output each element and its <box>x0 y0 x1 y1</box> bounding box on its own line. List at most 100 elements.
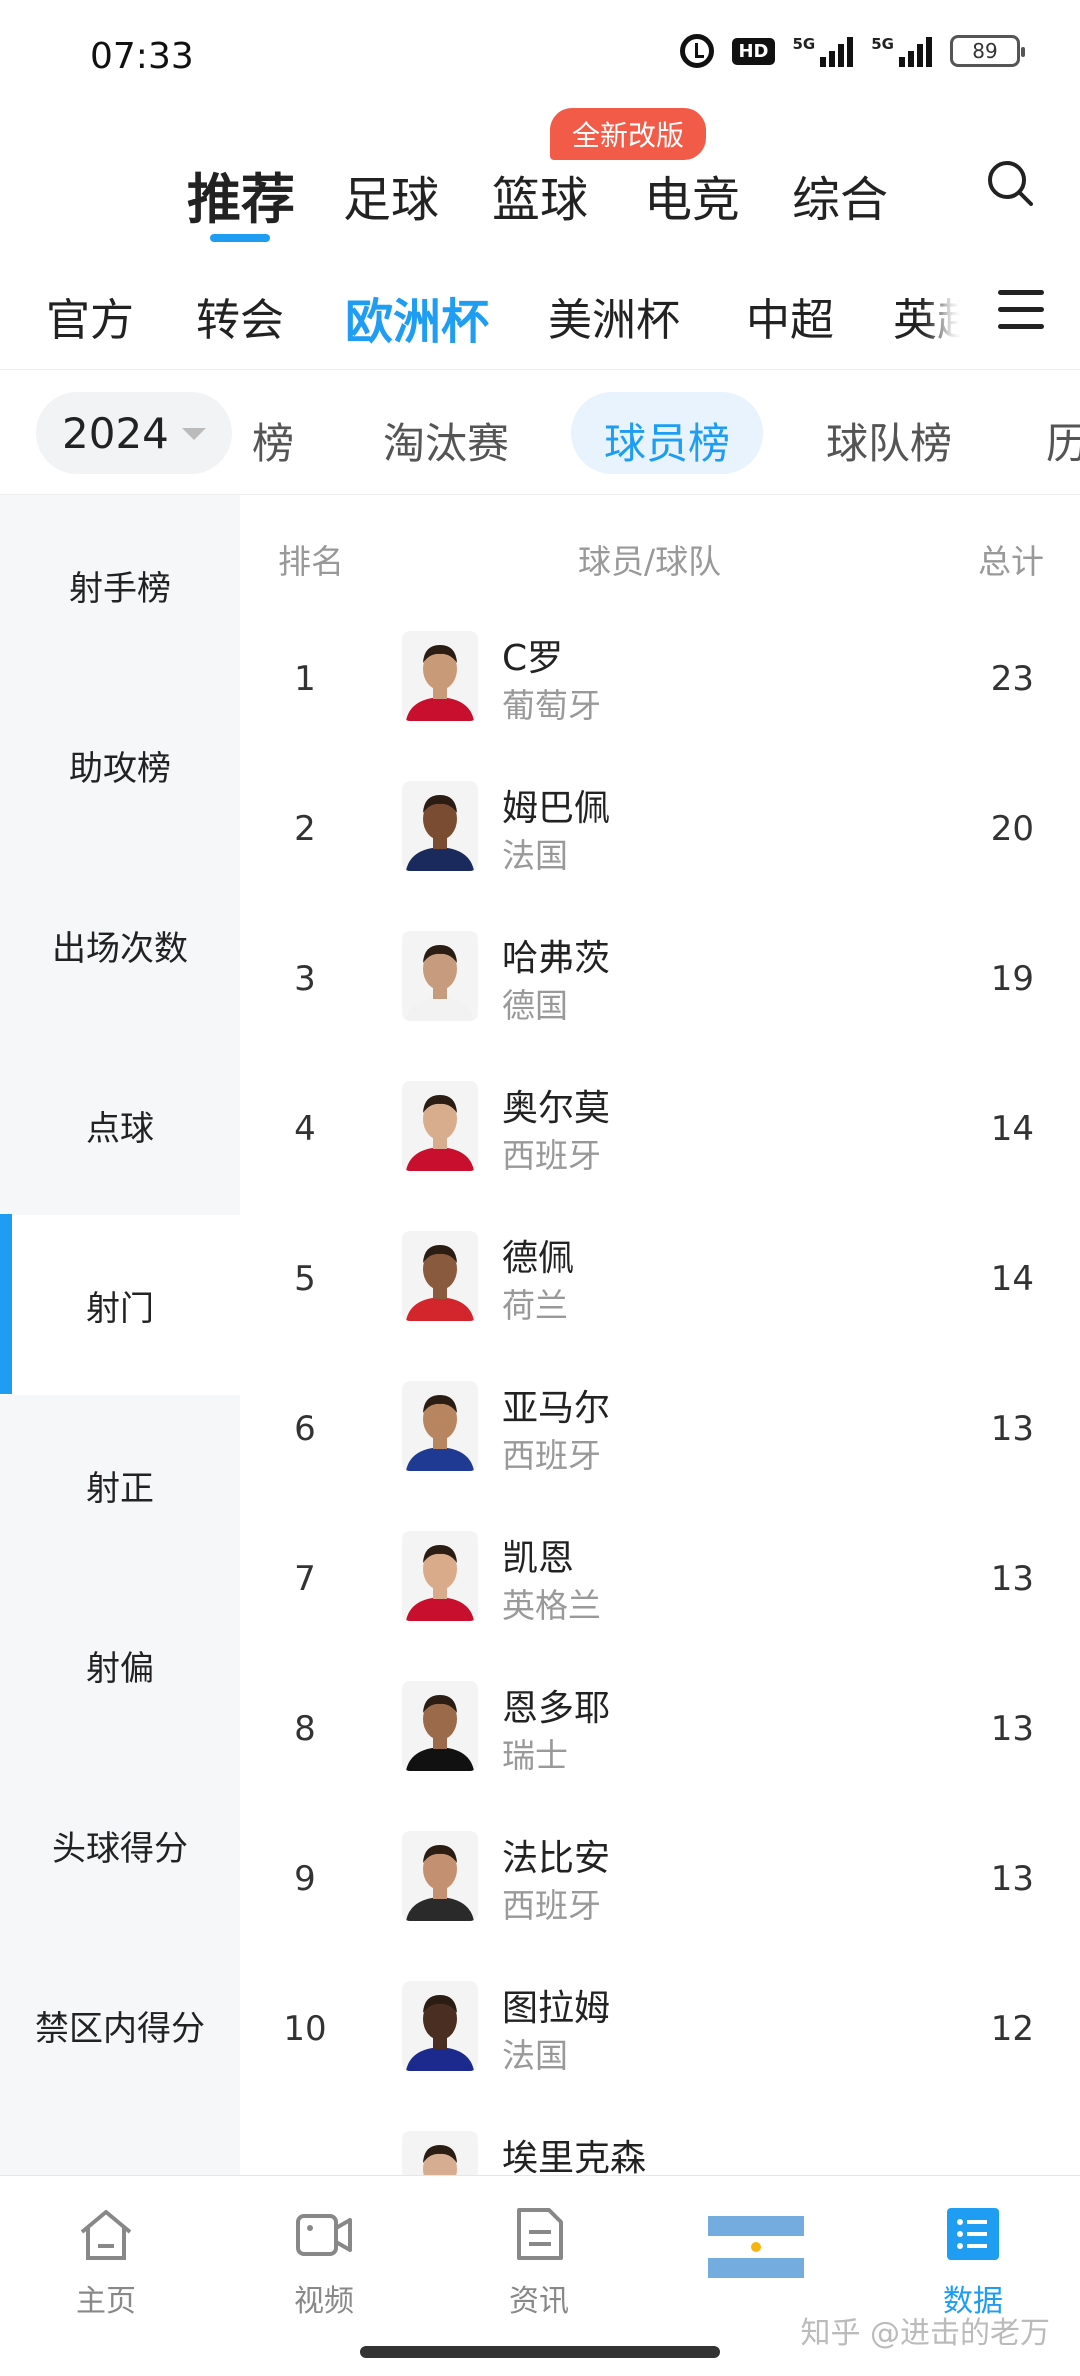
alarm-icon <box>680 34 715 68</box>
tab-copa-america[interactable]: 美洲杯 <box>548 284 680 348</box>
nav-news[interactable]: 资讯 <box>459 2204 619 2320</box>
player-team: 葡萄牙 <box>502 686 601 725</box>
active-tab-indicator <box>210 234 270 242</box>
player-team: 西班牙 <box>502 1886 601 1925</box>
tab-ranking[interactable]: 榜 <box>252 410 294 471</box>
nav-shots-on-target[interactable]: 射正 <box>0 1395 240 1575</box>
table-row[interactable]: 2 姆巴佩法国 20 <box>240 757 1080 907</box>
table-row[interactable]: 6 亚马尔 西班牙 13 <box>240 1357 1080 1507</box>
player-avatar <box>402 1681 478 1771</box>
table-row[interactable]: 5 德佩 荷兰 14 <box>240 1207 1080 1357</box>
table-row[interactable]: 10 图拉姆 法国 12 <box>240 1957 1080 2107</box>
nav-assists[interactable]: 助攻榜 <box>0 675 240 855</box>
tab-knockout[interactable]: 淘汰赛 <box>383 410 509 471</box>
data-icon <box>947 2208 999 2260</box>
player-rank: 7 <box>294 1559 316 1599</box>
player-name: 图拉姆 <box>502 1988 611 2029</box>
table-row[interactable]: 8 恩多耶瑞士 13 <box>240 1657 1080 1807</box>
player-name: 恩多耶 <box>502 1688 611 1729</box>
player-name: 哈弗茨 <box>502 938 611 979</box>
player-avatar <box>402 1981 478 2071</box>
stat-category-nav: 射手榜 助攻榜 出场次数 点球 射门 射正 射偏 头球得分 禁区内得分 <box>0 495 240 2175</box>
tab-euro[interactable]: 欧洲杯 <box>345 282 489 352</box>
player-avatar <box>402 631 478 721</box>
table-row[interactable]: 9 法比安西班牙 13 <box>240 1807 1080 1957</box>
nav-shots-off-target[interactable]: 射偏 <box>0 1575 240 1755</box>
signal-label: 5G <box>792 35 816 53</box>
player-name: 姆巴佩 <box>502 788 611 829</box>
tab-csl[interactable]: 中超 <box>746 284 834 348</box>
nav-video-label: 视频 <box>294 2284 354 2319</box>
nav-box-goals[interactable]: 禁区内得分 <box>0 1935 240 2115</box>
year-select[interactable]: 2024 <box>36 392 232 474</box>
video-icon <box>296 2214 352 2256</box>
player-name: 法比安 <box>502 1838 611 1879</box>
tab-team-ranking[interactable]: 球队榜 <box>826 410 952 471</box>
status-bar: 07:33 HD 5G 5G 89 <box>0 0 1080 110</box>
player-team: 荷兰 <box>502 1286 568 1325</box>
player-rank: 1 <box>294 659 316 699</box>
nav-header-goals[interactable]: 头球得分 <box>0 1755 240 1935</box>
player-rank: 10 <box>283 2009 327 2049</box>
player-team: 法国 <box>502 836 568 875</box>
player-name: 埃里克森 <box>502 2138 647 2175</box>
player-total: 14 <box>990 1109 1034 1149</box>
player-total: 23 <box>990 659 1034 699</box>
signal-icon: 5G <box>793 35 854 67</box>
table-row[interactable]: 1 C罗 葡萄牙 23 <box>240 607 1080 757</box>
tab-general[interactable]: 综合 <box>792 160 888 230</box>
new-version-badge: 全新改版 <box>550 108 707 160</box>
tab-esports[interactable]: 电竞 <box>644 160 740 230</box>
tab-transfer[interactable]: 转会 <box>196 284 284 348</box>
bottom-navigation: 主页 视频 资讯 数据 知乎 @进击的老万 <box>0 2175 1080 2376</box>
player-total: 13 <box>990 1709 1034 1749</box>
nav-video[interactable]: 视频 <box>244 2204 404 2320</box>
status-icons: HD 5G 5G 89 <box>680 34 1025 68</box>
home-indicator <box>360 2346 720 2358</box>
player-avatar <box>402 1081 478 1171</box>
player-avatar <box>402 1531 478 1621</box>
nav-data[interactable]: 数据 <box>893 2204 1053 2320</box>
tab-recommend[interactable]: 推荐 <box>187 155 295 234</box>
player-rank: 2 <box>294 809 316 849</box>
tab-official[interactable]: 官方 <box>46 284 134 348</box>
nav-appearances[interactable]: 出场次数 <box>0 855 240 1035</box>
player-ranking-table: 排名 球员/球队 总计 1 C罗 葡萄牙 23 2 姆巴佩 法国 20 3 哈弗茨 德国 19 4 奥尔莫… <box>240 495 1080 2175</box>
player-avatar <box>402 1381 478 1471</box>
signal-icon: 5G <box>871 35 932 67</box>
battery-icon: 89 <box>950 35 1025 67</box>
header-player: 球员/球队 <box>578 542 722 581</box>
player-name: 亚马尔 <box>502 1388 611 1429</box>
table-row[interactable]: 3 哈弗茨 德国 19 <box>240 907 1080 1057</box>
top-category-tabs: 推荐 足球 篮球 电竞 综合 <box>0 110 1080 245</box>
player-avatar <box>402 2131 478 2175</box>
player-total: 20 <box>990 809 1034 849</box>
nav-top-scorers[interactable]: 射手榜 <box>0 495 240 675</box>
player-avatar <box>402 1831 478 1921</box>
header-total: 总计 <box>978 542 1044 581</box>
table-row[interactable]: 埃里克森 <box>240 2107 1080 2175</box>
player-rank: 8 <box>294 1709 316 1749</box>
nav-shots[interactable]: 射门 <box>0 1215 240 1395</box>
nav-penalties[interactable]: 点球 <box>0 1035 240 1215</box>
table-row[interactable]: 4 奥尔莫 西班牙 14 <box>240 1057 1080 1207</box>
menu-icon[interactable] <box>998 290 1044 330</box>
watermark: 知乎 @进击的老万 <box>800 2316 1050 2351</box>
tab-player-ranking[interactable]: 球员榜 <box>604 410 730 471</box>
player-total: 19 <box>990 959 1034 999</box>
player-name: 凯恩 <box>502 1538 575 1579</box>
nav-home[interactable]: 主页 <box>26 2204 186 2320</box>
tab-football[interactable]: 足球 <box>343 160 439 230</box>
hd-icon: HD <box>732 37 775 65</box>
nav-featured[interactable] <box>676 2204 836 2278</box>
nav-home-label: 主页 <box>76 2284 136 2319</box>
player-total: 13 <box>990 1859 1034 1899</box>
table-row[interactable]: 7 凯恩 英格兰 13 <box>240 1507 1080 1657</box>
player-rank: 9 <box>294 1859 316 1899</box>
tab-history[interactable]: 历 <box>1046 410 1080 471</box>
player-name: 奥尔莫 <box>502 1088 611 1129</box>
player-total: 13 <box>990 1559 1034 1599</box>
player-team: 瑞士 <box>502 1736 568 1775</box>
tab-basketball[interactable]: 篮球 <box>492 160 588 230</box>
search-icon[interactable] <box>985 158 1035 208</box>
